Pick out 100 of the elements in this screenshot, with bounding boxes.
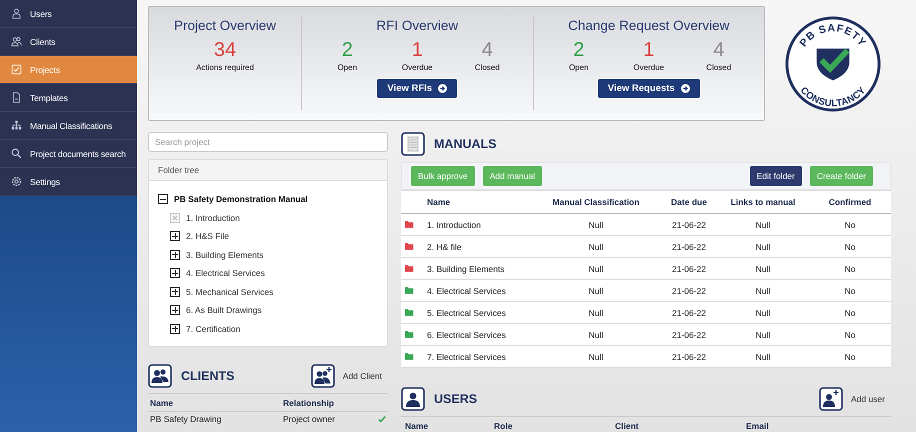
tree-item[interactable]: 5. Mechanical Services	[186, 286, 274, 297]
table-cell-text: No	[844, 242, 856, 252]
section-title: CLIENTS	[181, 369, 234, 383]
stat-label: Closed	[474, 63, 500, 72]
search-field[interactable]: Search project	[148, 132, 388, 152]
tree-item[interactable]: 7. Certification	[186, 324, 240, 334]
table-cell-text: 21-06-22	[670, 242, 708, 252]
column-header: Role	[494, 421, 514, 431]
table-cell-text: Null	[588, 242, 604, 252]
user-icon	[401, 387, 425, 411]
stat-value: 4	[482, 38, 493, 62]
toolbar-button[interactable]: Edit folder	[750, 166, 802, 186]
tree-item[interactable]: 3. Building Elements	[186, 250, 264, 260]
overview-title: Change Request Overview	[568, 18, 730, 33]
add-user-link[interactable]: Add user	[850, 394, 885, 404]
table-cell-text: No	[844, 264, 856, 274]
add-user-icon[interactable]	[818, 387, 843, 411]
table-cell-text: Null	[588, 220, 604, 230]
hierarchy-icon	[11, 120, 22, 131]
empty-node-icon	[170, 212, 180, 223]
column-header: Email	[746, 421, 770, 431]
sidebar-item[interactable]: Templates	[0, 84, 137, 112]
sidebar-item[interactable]: Project documents search	[0, 140, 137, 168]
table-cell-text: Null	[588, 330, 604, 340]
expand-icon[interactable]	[170, 286, 180, 297]
panel-title: Folder tree	[149, 160, 387, 181]
column-header: Relationship	[283, 398, 336, 408]
stat-label: Overdue	[402, 63, 433, 72]
table-cell-text: 3. Building Elements	[427, 264, 506, 274]
column-header: Links to manual	[730, 197, 796, 207]
users-icon	[11, 36, 22, 47]
table-cell-text: 1. Introduction	[427, 220, 482, 230]
table-cell-text: No	[844, 286, 856, 296]
table-cell-text: 21-06-22	[670, 220, 708, 230]
arrow-circle-icon	[680, 84, 690, 93]
table-cell-text: Null	[588, 264, 604, 274]
table-cell-text: 21-06-22	[670, 308, 708, 318]
table-cell-text: No	[844, 308, 856, 318]
stat-label: Open	[568, 63, 589, 72]
table-cell-text: 21-06-22	[670, 264, 708, 274]
table-cell-text: Null	[588, 352, 604, 362]
users-icon	[148, 364, 172, 388]
tree-item[interactable]: 6. As Built Drawings	[186, 305, 262, 316]
search-icon	[11, 148, 22, 159]
stat-label: Overdue	[633, 63, 664, 72]
stat-value: 1	[643, 38, 654, 62]
document-icon	[401, 132, 425, 156]
gear-icon	[11, 176, 22, 187]
stat-value: 34	[214, 38, 236, 62]
table-cell-text: 21-06-22	[670, 330, 708, 340]
table-cell-text: 6. Electrical Services	[427, 330, 507, 340]
column-header: Name	[427, 197, 452, 207]
expand-icon[interactable]	[170, 250, 180, 260]
view-button[interactable]: View RFIs	[377, 79, 458, 98]
tree-item[interactable]: PB Safety Demonstration Manual	[174, 194, 308, 204]
add-users-icon[interactable]	[310, 364, 335, 388]
table-cell-text: Null	[588, 308, 604, 318]
expand-icon[interactable]	[170, 324, 180, 334]
table-cell-text: Null	[754, 242, 772, 252]
tree-item[interactable]: 4. Electrical Services	[186, 268, 265, 278]
table-cell-text: Null	[588, 286, 604, 296]
view-button[interactable]: View Requests	[598, 79, 700, 98]
arrow-circle-icon	[438, 84, 448, 93]
stat-value: 2	[573, 38, 584, 62]
column-header: Name	[150, 398, 174, 408]
document-icon	[11, 92, 22, 103]
add-client-link[interactable]: Add Client	[342, 371, 382, 381]
section-title: USERS	[434, 392, 478, 406]
table-cell-text: Null	[754, 220, 772, 230]
table-cell-text: 4. Electrical Services	[427, 286, 507, 296]
checklist-icon	[11, 64, 22, 75]
column-header: Date due	[670, 197, 708, 207]
table-cell-text: 21-06-22	[670, 286, 708, 296]
table-cell-text: No	[844, 220, 856, 230]
table-cell-text: 7. Electrical Services	[427, 352, 507, 362]
stat-label: Closed	[706, 63, 732, 72]
sidebar-item[interactable]: Users	[0, 0, 137, 28]
overview-title: RFI Overview	[376, 18, 458, 33]
table-cell-text: Project owner	[283, 414, 336, 424]
column-header: Name	[405, 421, 430, 431]
table-cell-text: No	[844, 352, 856, 362]
table-cell-text: 5. Electrical Services	[427, 308, 507, 318]
table-cell-text: PB Safety Drawing	[150, 414, 222, 424]
stat-label: Actions required	[196, 63, 254, 72]
table-cell-text: Null	[754, 330, 772, 340]
table-cell-text: Null	[754, 352, 772, 362]
expand-icon[interactable]	[170, 268, 180, 278]
sidebar-item[interactable]: Manual Classifications	[0, 112, 137, 140]
section-title: MANUALS	[434, 137, 496, 151]
column-header: Manual Classification	[552, 197, 640, 207]
table-cell-text: 21-06-22	[670, 352, 708, 362]
collapse-icon[interactable]	[158, 194, 168, 204]
tree-item[interactable]: 2. H&S File	[186, 231, 229, 242]
table-cell-text: No	[844, 330, 856, 340]
column-header: Confirmed	[828, 197, 872, 207]
expand-icon[interactable]	[170, 231, 180, 242]
tree-item[interactable]: 1. Introduction	[186, 212, 240, 223]
expand-icon[interactable]	[170, 305, 180, 316]
column-header: Client	[615, 421, 640, 431]
stat-value: 1	[412, 38, 423, 62]
